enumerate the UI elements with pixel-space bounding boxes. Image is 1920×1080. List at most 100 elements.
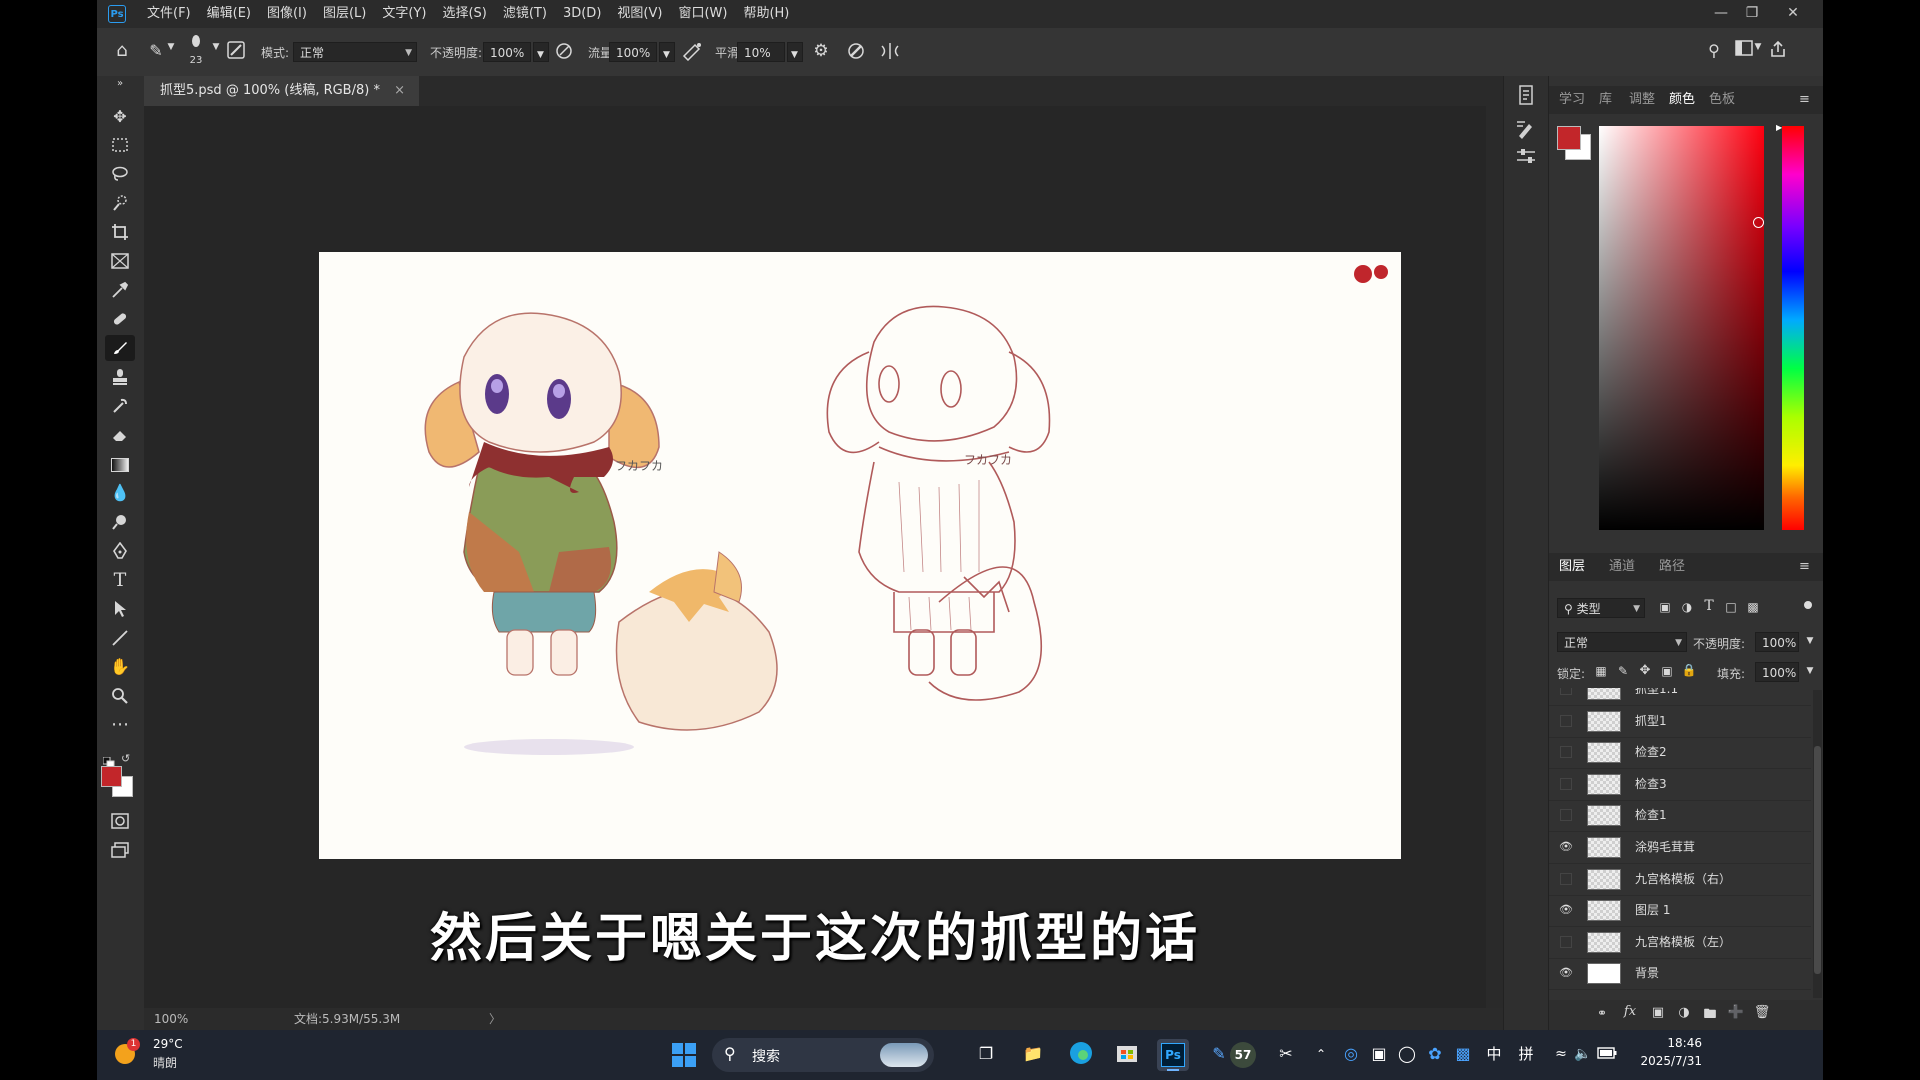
layer-style-icon[interactable]: fx	[1621, 1004, 1639, 1019]
brush-tool-icon[interactable]	[105, 335, 135, 361]
gradient-tool-icon[interactable]	[105, 451, 135, 477]
menu-window[interactable]: 窗口(W)	[678, 0, 727, 28]
chevron-down-icon[interactable]: ▼	[1805, 636, 1815, 646]
tab-adjustments[interactable]: 调整	[1629, 86, 1655, 114]
pen-app-icon[interactable]: ✎	[1205, 1040, 1233, 1068]
restore-button[interactable]: ❐	[1740, 2, 1764, 24]
new-layer-icon[interactable]: ➕	[1727, 1005, 1745, 1020]
layer-row[interactable]: 九宫格模板（左）	[1549, 927, 1811, 959]
app-badge-count[interactable]: 57	[1230, 1042, 1256, 1068]
path-selection-tool-icon[interactable]	[105, 596, 135, 622]
mode-dropdown[interactable]: 正常 ▼	[293, 42, 417, 62]
canvas-vertical-scrollbar[interactable]	[1486, 106, 1503, 1008]
hue-slider-marker[interactable]: ▶	[1776, 123, 1782, 132]
add-mask-icon[interactable]: ▣	[1649, 1005, 1667, 1020]
chevron-down-icon[interactable]: ▼	[1805, 666, 1815, 676]
document-tab[interactable]: 抓型5.psd @ 100% (线稿, RGB/8) * ×	[144, 76, 420, 106]
blend-mode-dropdown[interactable]: 正常 ▼	[1557, 632, 1687, 652]
menu-help[interactable]: 帮助(H)	[743, 0, 789, 28]
menu-layer[interactable]: 图层(L)	[323, 0, 366, 28]
eyedropper-tool-icon[interactable]	[105, 277, 135, 303]
menu-select[interactable]: 选择(S)	[442, 0, 486, 28]
status-menu-arrow[interactable]: 〉	[489, 1008, 501, 1030]
tray-security-icon[interactable]: ◎	[1337, 1040, 1365, 1068]
visibility-eye-icon[interactable]: 👁	[1558, 966, 1574, 980]
foreground-color-swatch[interactable]	[101, 766, 122, 787]
file-explorer-icon[interactable]: 📁	[1019, 1040, 1047, 1068]
delete-layer-icon[interactable]: 🗑	[1753, 1005, 1771, 1020]
brush-settings-icon[interactable]	[225, 40, 247, 62]
collapse-toolbar-icon[interactable]: »	[105, 78, 135, 90]
visibility-toggle[interactable]	[1560, 777, 1572, 790]
lock-position-icon[interactable]: ✥	[1637, 663, 1653, 678]
history-panel-icon[interactable]	[1513, 84, 1539, 110]
smoothing-field[interactable]: 10%	[737, 42, 785, 62]
edge-browser-icon[interactable]	[1067, 1040, 1095, 1068]
weather-temp[interactable]: 29°C	[153, 1037, 183, 1051]
lock-transparent-icon[interactable]: ▦	[1593, 664, 1609, 678]
visibility-toggle[interactable]	[1560, 714, 1572, 727]
screen-mode-icon[interactable]	[105, 837, 135, 863]
layer-opacity-field[interactable]: 100%	[1755, 632, 1799, 652]
airbrush-icon[interactable]	[681, 41, 703, 63]
visibility-toggle[interactable]	[1560, 935, 1572, 948]
gear-icon[interactable]: ⚙	[810, 40, 832, 62]
visibility-eye-icon[interactable]: 👁	[1558, 840, 1574, 854]
tab-color[interactable]: 颜色	[1669, 86, 1695, 114]
layer-row[interactable]: 👁 图层 1	[1549, 895, 1811, 928]
layer-row[interactable]: 抓型1.1	[1549, 688, 1811, 706]
ime-mode-indicator[interactable]: 中	[1480, 1040, 1508, 1068]
filter-type-icon[interactable]: T	[1701, 598, 1717, 614]
layer-row[interactable]: 检查1	[1549, 800, 1811, 833]
microsoft-store-icon[interactable]	[1113, 1040, 1141, 1068]
quick-selection-tool-icon[interactable]	[105, 190, 135, 216]
tab-channels[interactable]: 通道	[1609, 553, 1635, 581]
link-layers-icon[interactable]: ⚭	[1593, 1006, 1611, 1020]
canvas-area[interactable]: フカフカ フカフカ 然后关于嗯关于这次的抓型的话	[144, 106, 1486, 1008]
history-brush-tool-icon[interactable]	[105, 393, 135, 419]
layer-list-scrollbar[interactable]	[1813, 690, 1822, 998]
lasso-tool-icon[interactable]	[105, 161, 135, 187]
dodge-tool-icon[interactable]	[105, 509, 135, 535]
brush-tool-preset-icon[interactable]: ✎	[145, 40, 167, 62]
hand-tool-icon[interactable]: ✋	[105, 654, 135, 680]
layer-list-scroll-thumb[interactable]	[1814, 746, 1821, 974]
clock-date[interactable]: 2025/7/31	[1612, 1054, 1702, 1068]
menu-file[interactable]: 文件(F)	[147, 0, 191, 28]
zoom-level[interactable]: 100%	[154, 1008, 188, 1030]
layer-row[interactable]: 检查2	[1549, 737, 1811, 770]
marquee-tool-icon[interactable]	[105, 132, 135, 158]
home-icon[interactable]: ⌂	[111, 40, 133, 62]
filter-smart-object-icon[interactable]: ▩	[1745, 600, 1761, 614]
opacity-field[interactable]: 100%	[483, 42, 531, 62]
snipping-tool-icon[interactable]: ✂	[1272, 1040, 1300, 1068]
filter-shape-icon[interactable]: □	[1723, 600, 1739, 614]
windows-start-icon[interactable]	[671, 1042, 697, 1068]
menu-image[interactable]: 图像(I)	[267, 0, 307, 28]
menu-3d[interactable]: 3D(D)	[563, 0, 601, 28]
pressure-opacity-icon[interactable]	[553, 41, 575, 63]
visibility-toggle[interactable]	[1560, 746, 1572, 759]
lock-pixels-icon[interactable]: ✎	[1615, 664, 1631, 678]
layer-filter-dropdown[interactable]: ⚲ 类型 ▼	[1557, 598, 1645, 618]
stamp-tool-icon[interactable]	[105, 364, 135, 390]
close-tab-icon[interactable]: ×	[394, 83, 405, 98]
tray-chat-icon[interactable]: ▣	[1365, 1040, 1393, 1068]
chevron-down-icon[interactable]: ▼	[1752, 42, 1764, 52]
adjustment-layer-icon[interactable]: ◑	[1675, 1005, 1693, 1020]
flow-field[interactable]: 100%	[609, 42, 657, 62]
flow-dropdown[interactable]: ▼	[659, 42, 675, 62]
ime-pinyin-indicator[interactable]: 拼	[1512, 1040, 1540, 1068]
menu-filter[interactable]: 滤镜(T)	[503, 0, 547, 28]
hue-slider[interactable]	[1782, 126, 1804, 530]
tab-libraries[interactable]: 库	[1599, 86, 1612, 114]
panel-menu-icon[interactable]: ≡	[1799, 86, 1810, 114]
filter-toggle-icon[interactable]	[1804, 601, 1812, 609]
layer-row[interactable]: 九宫格模板（右）	[1549, 864, 1811, 896]
lock-all-icon[interactable]: 🔒	[1681, 663, 1697, 677]
lock-artboard-icon[interactable]: ▣	[1659, 664, 1675, 678]
chevron-down-icon[interactable]: ▼	[165, 42, 177, 52]
new-group-icon[interactable]: 🖿	[1701, 1005, 1719, 1027]
photoshop-taskbar-button[interactable]: Ps	[1157, 1039, 1189, 1071]
weather-desc[interactable]: 晴朗	[153, 1054, 177, 1071]
